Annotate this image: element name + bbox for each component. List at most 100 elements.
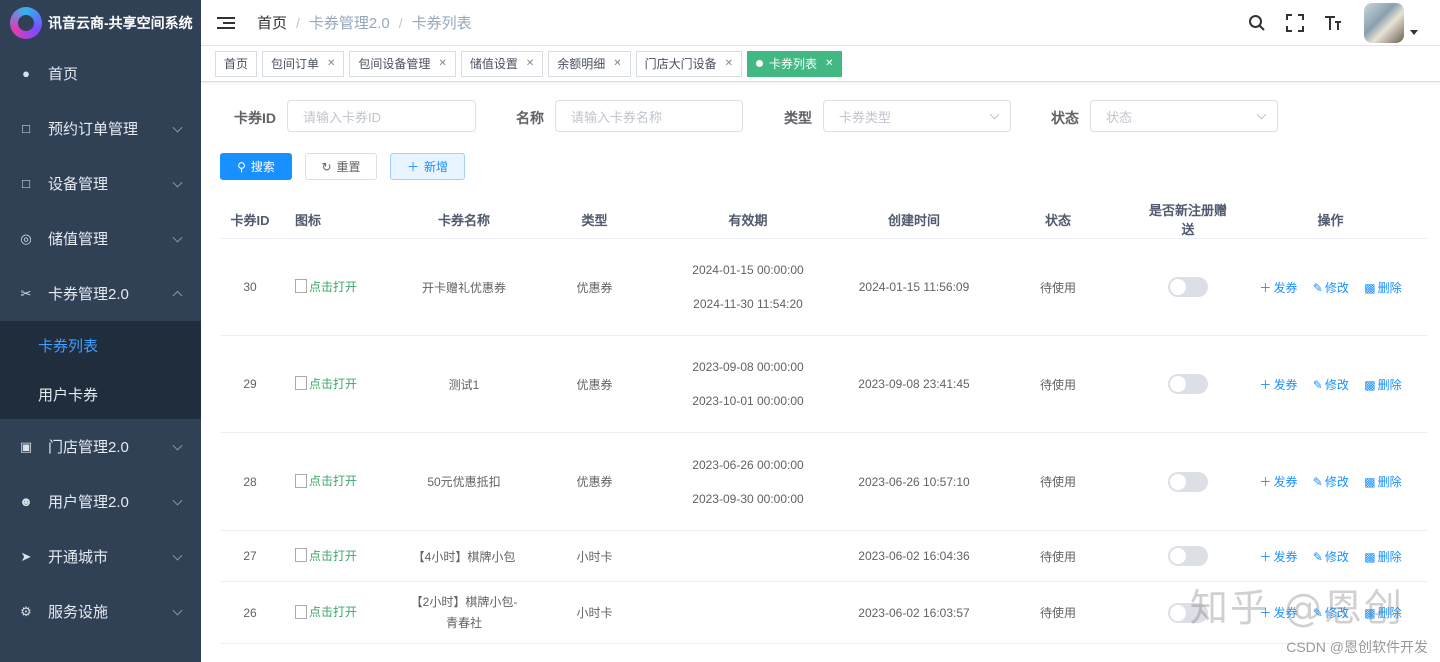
cell-ops: ＋发券 ✎ 修改 ▩ 删除 [1233,548,1428,565]
tag-stored-value-settings[interactable]: 储值设置 ✕ [460,50,544,77]
sidebar-item-home[interactable]: ● 首页 [0,46,201,101]
register-gift-toggle[interactable] [1168,277,1208,297]
sidebar-item-devices[interactable]: □ 设备管理 [0,156,201,211]
delete-label: 删除 [1377,280,1402,295]
sidebar-item-coupons[interactable]: ✂ 卡券管理2.0 [0,266,201,321]
chevron-down-icon [172,550,183,561]
cell-icon: 点击打开 [280,472,380,491]
cell-status: 待使用 [1039,280,1076,295]
cell-created: 2024-01-15 11:56:09 [858,280,970,294]
app-title: 讯音云商-共享空间系统 [48,15,193,31]
issue-button[interactable]: ＋发券 [1259,281,1297,295]
sidebar-subitem-coupon-list[interactable]: 卡券列表 [0,321,201,370]
issue-label: 发券 [1273,475,1298,489]
tag-home[interactable]: 首页 [215,50,258,77]
reset-button[interactable]: ↻ 重置 [305,153,377,180]
tag-room-orders[interactable]: 包间订单 ✕ [262,50,345,77]
coupon-id-input[interactable]: 请输入卡券ID [287,100,476,132]
delete-label: 删除 [1377,475,1402,489]
breadcrumb-item: 卡券管理2.0 [308,15,390,32]
edit-icon: ✎ [1312,377,1323,392]
tag-room-devices[interactable]: 包间设备管理 ✕ [349,50,456,77]
coupon-id-label: 卡券ID [234,110,276,126]
brand-logo-icon [10,7,42,39]
edit-button[interactable]: ✎ 修改 [1313,378,1349,392]
tag-store-door-devices[interactable]: 门店大门设备 ✕ [635,50,743,77]
chevron-down-icon [989,109,1000,120]
chevron-down-icon [172,122,183,133]
edit-label: 修改 [1324,475,1349,489]
breadcrumb-item[interactable]: 首页 [257,12,287,33]
delete-button[interactable]: ▩ 删除 [1364,378,1401,392]
add-button-label: 新增 [424,160,449,174]
header-cell: 类型 [581,212,608,228]
hamburger-icon[interactable] [217,16,235,29]
register-gift-toggle[interactable] [1168,546,1208,566]
coupon-image-link[interactable]: 点击打开 [295,547,357,564]
tag-balance-details[interactable]: 余额明细 ✕ [548,50,631,77]
close-icon[interactable]: ✕ [526,58,534,69]
type-select[interactable]: 卡券类型 [823,100,1011,132]
cell-created: 2023-09-08 23:41:45 [858,377,970,391]
register-gift-toggle[interactable] [1168,374,1208,394]
search-button-label: 搜索 [250,160,275,174]
cell-validity: 2023-06-26 00:00:00 2023-09-30 00:00:00 [641,448,855,516]
chevron-up-icon [172,290,183,301]
sidebar-item-cities[interactable]: ➤ 开通城市 [0,529,201,584]
coupon-image-link[interactable]: 点击打开 [295,278,357,295]
sidebar-subitem-user-coupons[interactable]: 用户卡券 [0,370,201,419]
add-button[interactable]: ＋ 新增 [390,153,465,180]
sidebar-item-stored-value[interactable]: ◎ 储值管理 [0,211,201,266]
type-select-placeholder: 卡券类型 [839,109,892,125]
sidebar-item-facilities[interactable]: ⚙ 服务设施 [0,584,201,639]
close-icon[interactable]: ✕ [613,58,621,69]
close-icon[interactable]: ✕ [725,58,733,69]
font-size-icon[interactable] [1322,12,1344,34]
sidebar-item-label: 预约订单管理 [48,121,139,138]
avatar[interactable] [1364,3,1404,43]
sidebar-item-label: 用户管理2.0 [48,494,129,511]
cell-created: 2023-06-26 10:57:10 [858,474,970,489]
valid-end: 2023-09-30 00:00:00 [692,491,804,506]
header-cell: 是否新注册赠送 [1148,203,1227,237]
refresh-icon: ↻ [321,159,332,174]
chevron-down-icon [172,605,183,616]
fullscreen-icon[interactable] [1284,12,1306,34]
issue-button[interactable]: ＋发券 [1259,475,1297,489]
store-icon: ▣ [19,438,33,454]
close-icon[interactable]: ✕ [825,58,833,69]
delete-button[interactable]: ▩ 删除 [1364,550,1401,564]
search-button[interactable]: ⚲ 搜索 [220,153,292,180]
header-cell: 卡券名称 [437,212,490,228]
delete-label: 删除 [1377,549,1402,564]
caret-down-icon[interactable] [1410,29,1418,35]
location-icon: ➤ [20,548,32,564]
issue-button[interactable]: ＋发券 [1259,378,1297,392]
register-gift-toggle[interactable] [1168,471,1208,492]
cell-type: 优惠券 [576,475,613,489]
sidebar-item-orders[interactable]: □ 预约订单管理 [0,101,201,156]
trash-icon: ▩ [1364,377,1376,392]
name-input[interactable]: 请输入卡券名称 [555,100,743,132]
issue-button[interactable]: ＋发券 [1259,550,1297,564]
status-select[interactable]: 状态 [1090,100,1278,132]
edit-button[interactable]: ✎ 修改 [1313,475,1349,489]
sidebar-item-stores[interactable]: ▣ 门店管理2.0 [0,419,201,474]
delete-button[interactable]: ▩ 删除 [1364,281,1401,295]
coupon-image-link[interactable]: 点击打开 [295,603,357,620]
coupon-image-link[interactable]: 点击打开 [295,375,357,392]
sidebar-item-label: 首页 [48,66,79,83]
delete-button[interactable]: ▩ 删除 [1364,475,1401,489]
cell-status: 待使用 [1039,475,1076,489]
search-icon[interactable] [1246,12,1268,34]
cell-icon: 点击打开 [280,547,380,566]
close-icon[interactable]: ✕ [438,58,446,69]
edit-button[interactable]: ✎ 修改 [1313,281,1349,295]
cell-name-line: 【2小时】棋牌小包- [410,594,518,609]
tag-coupon-list[interactable]: 卡券列表 ✕ [747,50,843,77]
coupon-image-link[interactable]: 点击打开 [295,472,357,489]
sidebar-item-users[interactable]: ☻ 用户管理2.0 [0,474,201,529]
close-icon[interactable]: ✕ [327,58,335,69]
edit-button[interactable]: ✎ 修改 [1313,550,1349,564]
action-buttons: ⚲ 搜索 ↻ 重置 ＋ 新增 [220,153,465,180]
